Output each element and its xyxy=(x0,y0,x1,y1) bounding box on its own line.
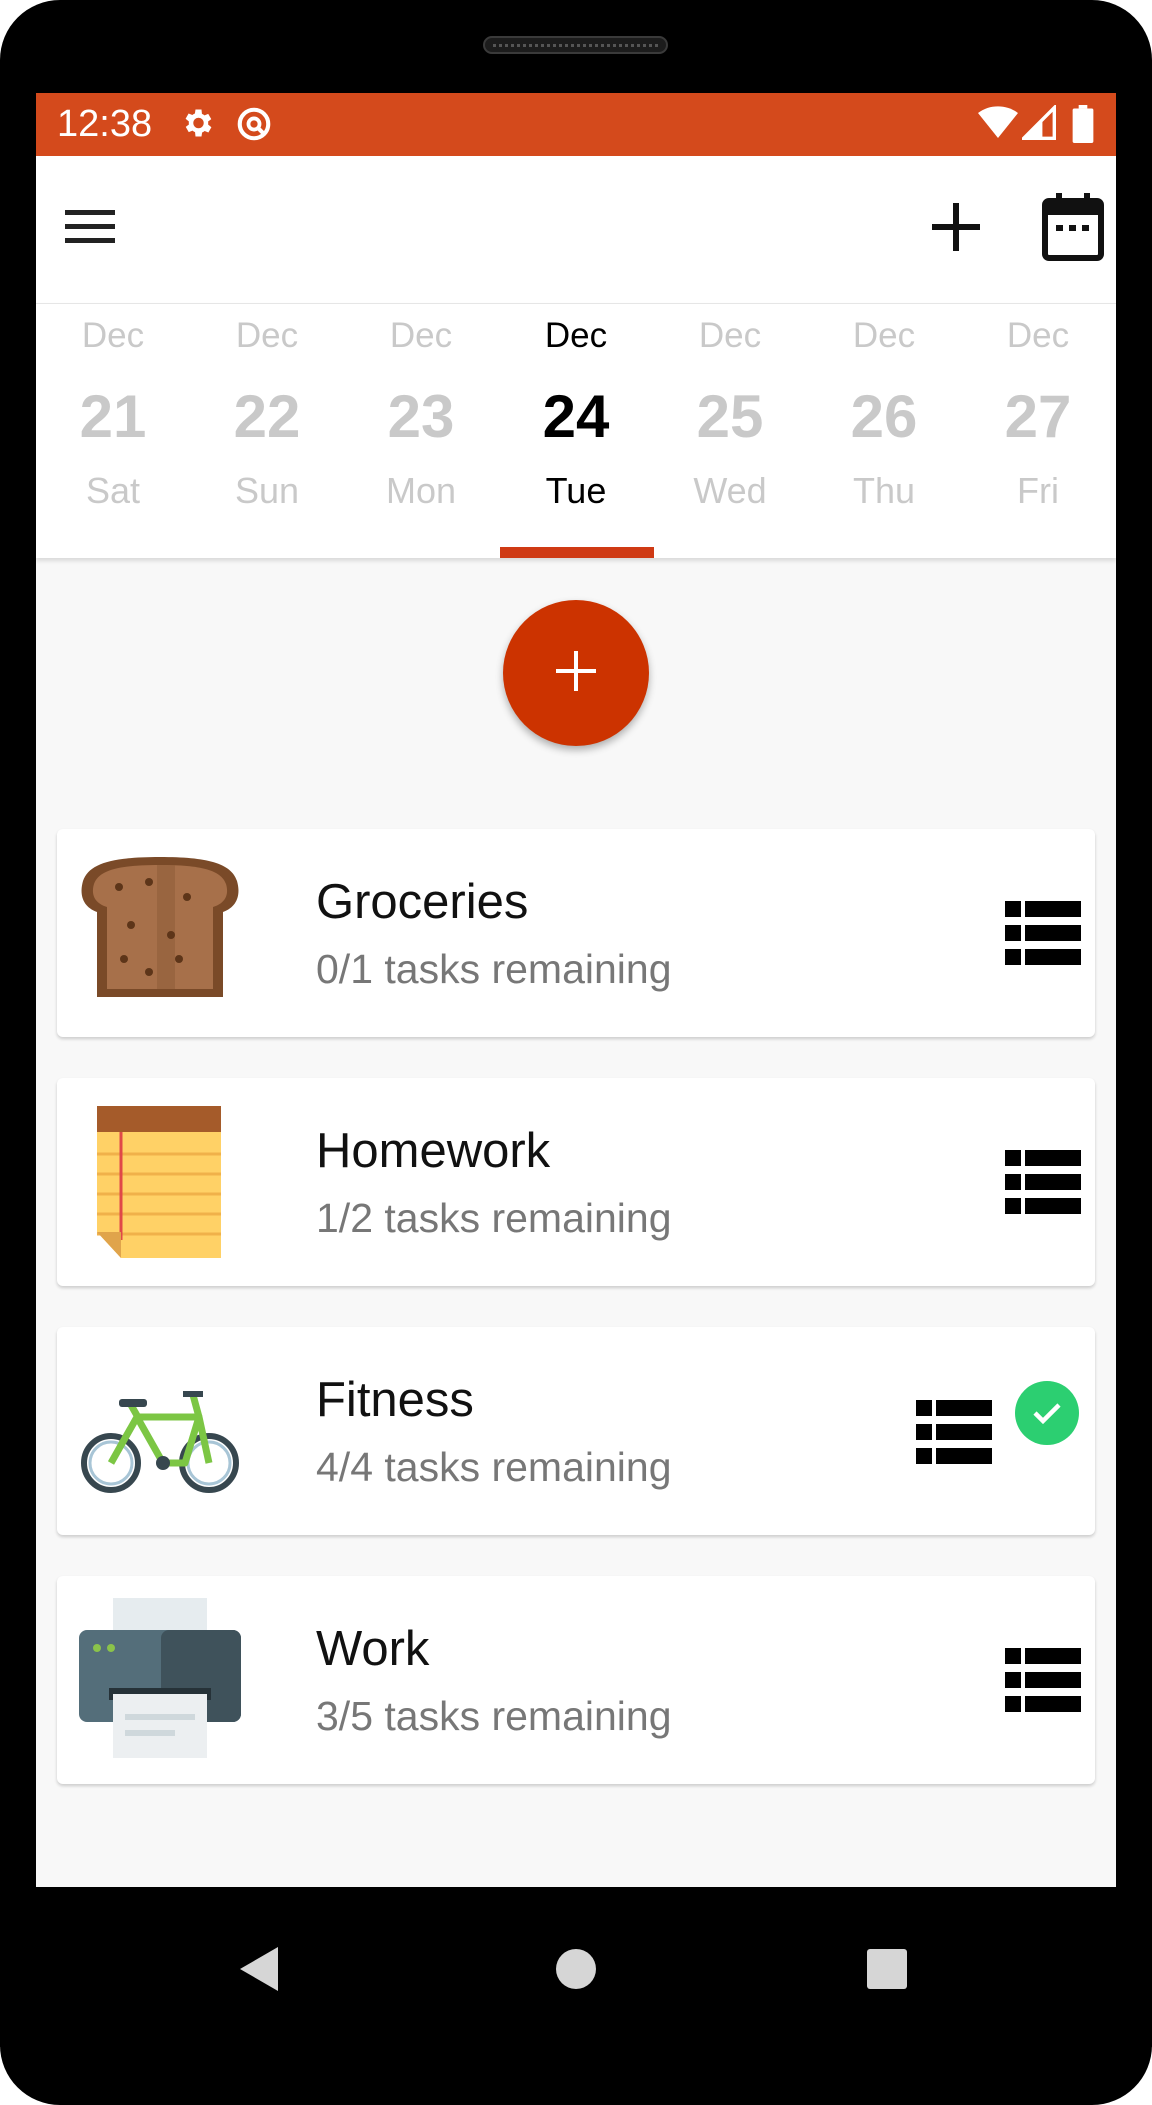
home-icon[interactable] xyxy=(555,1948,597,1995)
list-view-icon[interactable] xyxy=(1005,1648,1081,1712)
date-month: Dec xyxy=(852,316,916,355)
printer-icon xyxy=(79,1598,241,1758)
list-title: Fitness xyxy=(316,1373,474,1427)
app-toolbar xyxy=(36,156,1116,303)
list-subtitle: 0/1 tasks remaining xyxy=(316,946,672,992)
date-month: Dec xyxy=(235,316,299,355)
calendar-icon xyxy=(1042,193,1104,266)
list-card-groceries[interactable]: Groceries 0/1 tasks remaining xyxy=(57,829,1095,1037)
date-strip: Dec 21 Sat Dec 22 Sun Dec 23 Mon Dec 24 … xyxy=(36,303,1116,558)
list-title: Work xyxy=(316,1622,430,1676)
date-weekday: Thu xyxy=(852,470,916,511)
device-frame: 12:38 Dec 21 Sat Dec 22 Sun Dec 23 Mon D… xyxy=(0,0,1152,2105)
date-day: 21 xyxy=(79,383,147,450)
date-day: 22 xyxy=(233,383,301,450)
app-screen: 12:38 Dec 21 Sat Dec 22 Sun Dec 23 Mon D… xyxy=(36,93,1116,1887)
recents-icon[interactable] xyxy=(867,1949,907,1994)
battery-icon xyxy=(1072,105,1094,153)
add-list-button[interactable] xyxy=(901,156,1011,303)
date-weekday: Fri xyxy=(1017,470,1059,511)
status-time: 12:38 xyxy=(57,103,153,145)
date-month: Dec xyxy=(544,316,608,355)
status-bar: 12:38 xyxy=(36,93,1116,156)
date-day: 23 xyxy=(387,383,455,450)
date-item[interactable]: Dec 23 Mon xyxy=(344,304,498,558)
date-month: Dec xyxy=(1006,316,1070,355)
wifi-icon xyxy=(978,105,1018,151)
list-title: Groceries xyxy=(316,875,529,929)
plus-icon xyxy=(932,203,980,256)
list-view-icon[interactable] xyxy=(1005,901,1081,965)
gear-icon xyxy=(179,105,215,151)
plus-icon xyxy=(556,650,596,696)
date-item[interactable]: Dec 21 Sat xyxy=(36,304,190,558)
bicycle-icon xyxy=(79,1355,241,1505)
date-item-selected[interactable]: Dec 24 Tue xyxy=(499,304,653,558)
date-weekday: Sat xyxy=(85,470,141,511)
list-view-icon[interactable] xyxy=(916,1400,992,1464)
speaker-grille xyxy=(483,36,668,54)
date-day: 26 xyxy=(850,383,918,450)
calendar-button[interactable] xyxy=(1018,156,1116,303)
date-item[interactable]: Dec 27 Fri xyxy=(961,304,1115,558)
list-subtitle: 4/4 tasks remaining xyxy=(316,1444,672,1490)
hamburger-menu-icon xyxy=(65,208,117,251)
list-title: Homework xyxy=(316,1124,551,1178)
toast-icon xyxy=(79,857,241,1007)
add-task-fab[interactable] xyxy=(503,600,649,746)
date-weekday: Sun xyxy=(234,470,300,511)
date-day: 25 xyxy=(696,383,764,450)
date-weekday: Wed xyxy=(693,470,767,511)
date-item[interactable]: Dec 26 Thu xyxy=(807,304,961,558)
menu-button[interactable] xyxy=(36,156,146,303)
date-weekday: Mon xyxy=(385,470,457,511)
completed-check-icon xyxy=(1015,1381,1079,1445)
date-item[interactable]: Dec 25 Wed xyxy=(653,304,807,558)
date-month: Dec xyxy=(698,316,762,355)
date-month: Dec xyxy=(81,316,145,355)
notepad-icon xyxy=(79,1106,241,1258)
date-day: 24 xyxy=(542,383,610,450)
list-view-icon[interactable] xyxy=(1005,1150,1081,1214)
date-item[interactable]: Dec 22 Sun xyxy=(190,304,344,558)
list-card-work[interactable]: Work 3/5 tasks remaining xyxy=(57,1576,1095,1784)
back-icon[interactable] xyxy=(240,1947,280,1996)
list-card-homework[interactable]: Homework 1/2 tasks remaining xyxy=(57,1078,1095,1286)
date-weekday: Tue xyxy=(545,470,607,511)
date-day: 27 xyxy=(1004,383,1072,450)
list-card-fitness[interactable]: Fitness 4/4 tasks remaining xyxy=(57,1327,1095,1535)
sync-icon xyxy=(235,105,273,153)
selected-date-indicator xyxy=(500,547,654,558)
date-month: Dec xyxy=(389,316,453,355)
signal-icon xyxy=(1019,103,1056,151)
list-subtitle: 1/2 tasks remaining xyxy=(316,1195,672,1241)
system-nav-bar xyxy=(0,1887,1152,2047)
list-subtitle: 3/5 tasks remaining xyxy=(316,1693,672,1739)
